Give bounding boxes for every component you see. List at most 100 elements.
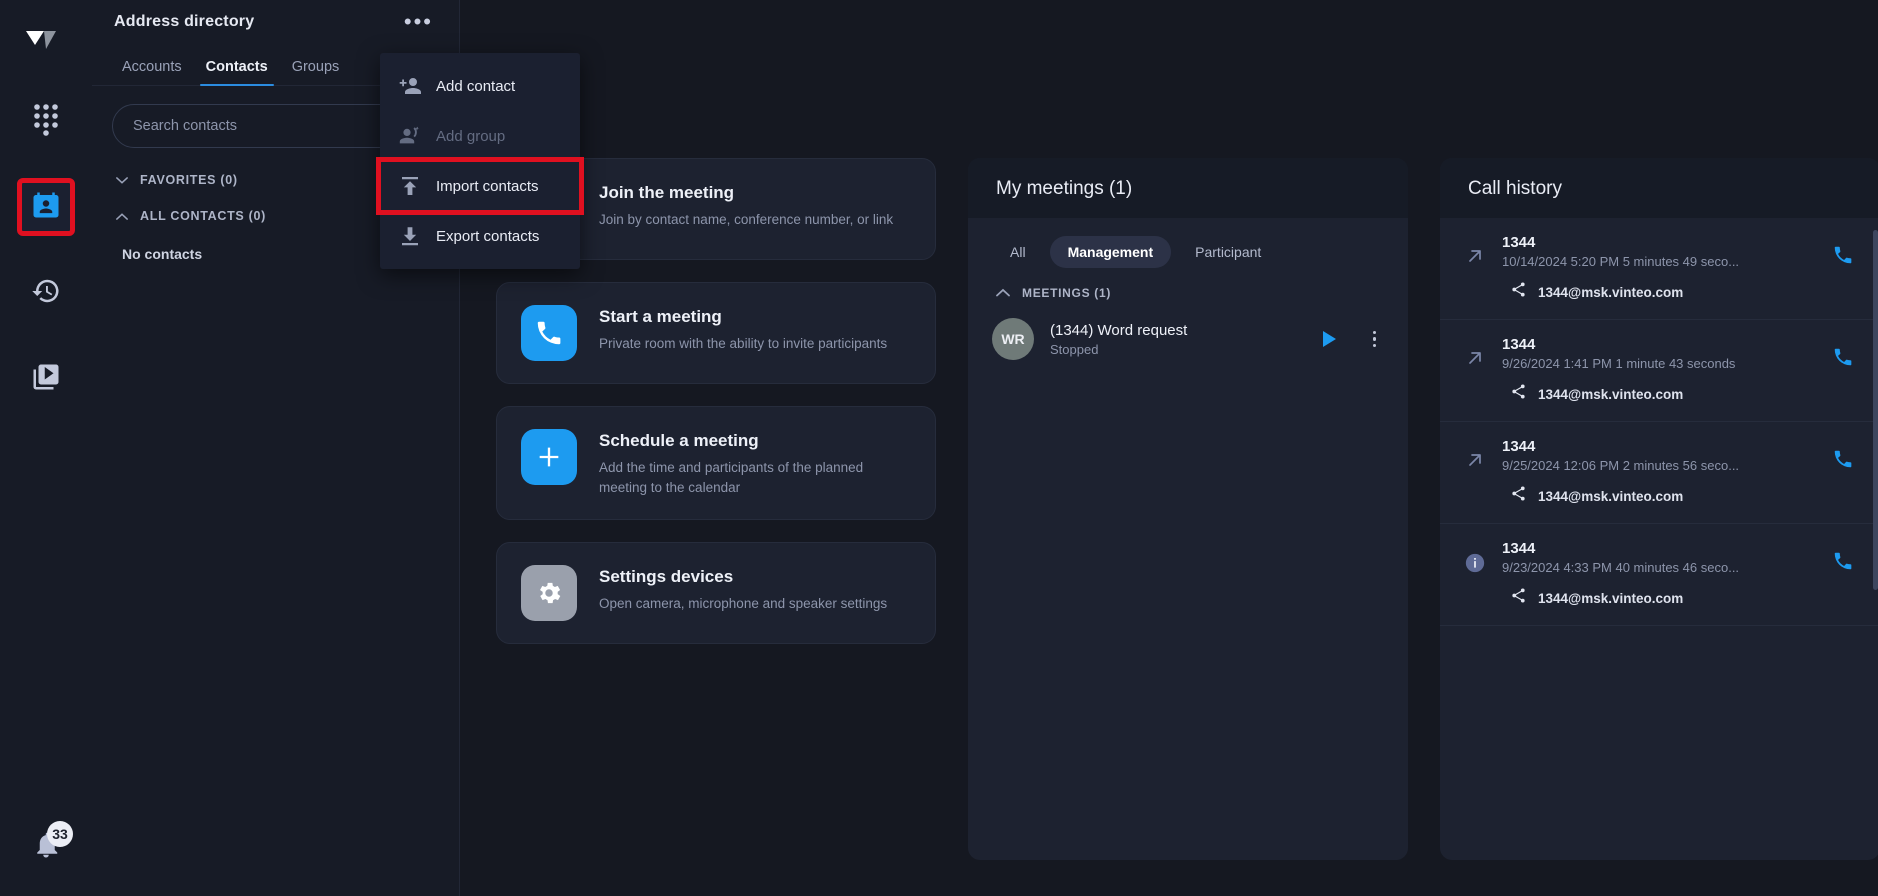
call-history-header: Call history	[1440, 158, 1878, 218]
card-settings-title: Settings devices	[599, 567, 734, 587]
gear-icon	[521, 565, 577, 622]
card-schedule-a-meeting[interactable]: Schedule a meeting Add the time and part…	[496, 406, 936, 521]
filter-management[interactable]: Management	[1049, 236, 1172, 268]
menu-item-add-contact[interactable]: Add contact	[380, 61, 580, 111]
call-history-panel: Call history 1344 10/14/2024 5:20 PM 5 m…	[1440, 158, 1878, 860]
sidebar-item-recordings[interactable]	[17, 350, 75, 408]
plus-icon	[521, 429, 577, 485]
video-library-icon	[31, 362, 61, 397]
outgoing-call-arrow-icon	[1462, 336, 1488, 368]
call-meta: 9/25/2024 12:06 PM 2 minutes 56 seco...	[1502, 458, 1740, 473]
chevron-up-icon	[996, 286, 1010, 300]
list-item[interactable]: 1344 9/25/2024 12:06 PM 2 minutes 56 sec…	[1440, 422, 1878, 524]
share-icon	[1510, 383, 1527, 405]
phone-icon[interactable]	[1832, 336, 1854, 373]
menu-item-add-contact-label: Add contact	[436, 77, 516, 95]
outgoing-call-arrow-icon	[1462, 234, 1488, 266]
card-start-title: Start a meeting	[599, 307, 722, 326]
my-meetings-panel: My meetings (1) All Management Participa…	[968, 158, 1408, 860]
menu-item-add-group-label: Add group	[436, 127, 506, 145]
call-history-list: 1344 10/14/2024 5:20 PM 5 minutes 49 sec…	[1440, 218, 1878, 860]
filter-participant[interactable]: Participant	[1177, 236, 1279, 268]
meetings-filter-tabs: All Management Participant	[968, 218, 1408, 278]
scrollbar-thumb[interactable]	[1873, 230, 1878, 590]
kebab-menu-icon[interactable]	[1365, 330, 1385, 348]
share-icon	[1510, 485, 1527, 507]
left-nav-rail: 33	[0, 0, 92, 896]
call-number: 1344	[1502, 234, 1536, 251]
group-favorites-label: FAVORITES (0)	[140, 173, 238, 187]
avatar: WR	[992, 318, 1034, 360]
dialpad-icon	[31, 102, 61, 141]
menu-item-export-contacts-label: Export contacts	[436, 227, 540, 245]
call-address: 1344@msk.vinteo.com	[1538, 590, 1684, 606]
card-settings-devices[interactable]: Settings devices Open camera, microphone…	[496, 542, 936, 645]
call-meta: 10/14/2024 5:20 PM 5 minutes 49 seco...	[1502, 254, 1740, 269]
page-title: Address directory	[114, 13, 255, 30]
contacts-card-icon	[31, 190, 61, 225]
filter-all[interactable]: All	[992, 236, 1044, 268]
call-address: 1344@msk.vinteo.com	[1538, 386, 1684, 402]
ellipsis-icon[interactable]: •••	[400, 11, 437, 33]
group-add-icon	[398, 124, 422, 148]
my-meetings-title: My meetings (1)	[996, 178, 1133, 199]
info-icon	[1462, 540, 1488, 574]
list-item[interactable]: 1344 10/14/2024 5:20 PM 5 minutes 49 sec…	[1440, 218, 1878, 320]
menu-item-export-contacts[interactable]: Export contacts	[380, 211, 580, 261]
phone-icon	[521, 305, 577, 361]
menu-item-add-group: Add group	[380, 111, 580, 161]
card-start-subtitle: Private room with the ability to invite …	[599, 336, 888, 351]
call-history-title: Call history	[1468, 178, 1562, 199]
call-history-scrollbar[interactable]	[1873, 230, 1878, 854]
chevron-down-icon	[116, 176, 128, 185]
menu-item-import-contacts[interactable]: Import contacts	[376, 157, 584, 215]
card-schedule-title: Schedule a meeting	[599, 431, 759, 450]
notification-badge: 33	[47, 821, 73, 847]
history-clock-icon	[31, 276, 61, 311]
meeting-name: (1344) Word request	[1050, 321, 1188, 339]
card-settings-subtitle: Open camera, microphone and speaker sett…	[599, 596, 888, 612]
call-address: 1344@msk.vinteo.com	[1538, 488, 1684, 504]
sidebar-item-dialpad[interactable]	[17, 92, 75, 150]
phone-icon[interactable]	[1832, 234, 1854, 271]
share-icon	[1510, 281, 1527, 303]
upload-icon	[398, 174, 422, 198]
main-content: Join the meeting Join by contact name, c…	[460, 0, 1878, 896]
search-input[interactable]	[133, 118, 418, 134]
tab-contacts[interactable]: Contacts	[194, 59, 280, 86]
phone-icon[interactable]	[1832, 540, 1854, 577]
list-item[interactable]: 1344 9/26/2024 1:41 PM 1 minute 43 secon…	[1440, 320, 1878, 422]
call-number: 1344	[1502, 336, 1536, 353]
menu-item-import-contacts-label: Import contacts	[436, 177, 539, 195]
chevron-up-icon	[116, 212, 128, 221]
card-join-title: Join the meeting	[599, 183, 735, 202]
directory-header: Address directory •••	[92, 0, 459, 44]
meetings-group-header[interactable]: MEETINGS (1)	[968, 278, 1408, 306]
download-icon	[398, 224, 422, 248]
rail-icon-list	[0, 92, 92, 408]
card-schedule-subtitle: Add the time and participants of the pla…	[599, 460, 864, 495]
call-meta: 9/23/2024 4:33 PM 40 minutes 46 seco...	[1502, 560, 1740, 575]
tab-accounts[interactable]: Accounts	[110, 59, 194, 85]
meetings-group-label: MEETINGS (1)	[1022, 286, 1112, 300]
person-add-icon	[398, 74, 422, 98]
outgoing-call-arrow-icon	[1462, 438, 1488, 470]
meeting-row[interactable]: WR (1344) Word request Stopped	[968, 306, 1408, 372]
share-icon	[1510, 587, 1527, 609]
tab-groups[interactable]: Groups	[280, 59, 352, 85]
my-meetings-header: My meetings (1)	[968, 158, 1408, 218]
notifications-button[interactable]: 33	[0, 821, 92, 870]
play-icon[interactable]	[1309, 329, 1349, 349]
sidebar-item-call-history[interactable]	[17, 264, 75, 322]
group-all-contacts-label: ALL CONTACTS (0)	[140, 209, 267, 223]
app-root: 33 Address directory ••• Accounts Contac…	[0, 0, 1878, 896]
sidebar-item-address-directory[interactable]	[17, 178, 75, 236]
directory-context-menu: Add contact Add group Import contacts Ex…	[376, 53, 584, 269]
call-number: 1344	[1502, 438, 1536, 455]
list-item[interactable]: 1344 9/23/2024 4:33 PM 40 minutes 46 sec…	[1440, 524, 1878, 626]
card-start-a-meeting[interactable]: Start a meeting Private room with the ab…	[496, 282, 936, 384]
phone-icon[interactable]	[1832, 438, 1854, 475]
call-number: 1344	[1502, 540, 1536, 557]
status-badge: Stopped	[1050, 341, 1099, 357]
call-address: 1344@msk.vinteo.com	[1538, 284, 1684, 300]
